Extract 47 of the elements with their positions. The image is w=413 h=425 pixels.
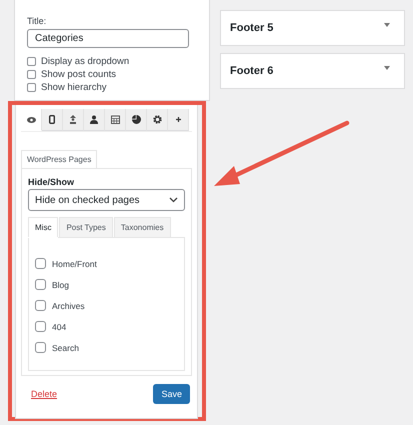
title-label: Title: xyxy=(27,16,48,26)
sidebar-title: Footer 6 xyxy=(230,65,274,77)
plus-icon xyxy=(174,116,182,123)
sidebar-panel[interactable]: Footer 6 xyxy=(220,53,405,89)
phone-icon xyxy=(49,115,55,124)
icon-tab[interactable] xyxy=(105,109,126,131)
checkbox[interactable] xyxy=(35,258,46,269)
checkbox[interactable] xyxy=(35,300,46,311)
eye-icon xyxy=(26,116,36,122)
checkbox[interactable] xyxy=(35,279,46,290)
title-field[interactable]: Categories xyxy=(27,29,189,48)
checkbox[interactable] xyxy=(35,321,46,332)
page-label: Archives xyxy=(52,300,85,310)
page-label: Blog xyxy=(52,280,70,290)
icon-tab[interactable] xyxy=(147,109,168,131)
delete-link[interactable]: Delete xyxy=(31,389,58,399)
option-label: Show hierarchy xyxy=(41,82,106,93)
checkbox[interactable] xyxy=(27,70,36,79)
save-button[interactable]: Save xyxy=(153,384,190,404)
sub-tab[interactable]: Taxonomies xyxy=(114,217,171,237)
icon-tab[interactable] xyxy=(84,109,105,131)
chevron-icon xyxy=(169,197,178,203)
sidebar-title: Footer 5 xyxy=(230,22,274,34)
person-up-icon xyxy=(69,115,77,124)
settings-icon xyxy=(152,115,162,124)
sub-tab[interactable]: Misc xyxy=(28,217,58,237)
option-label: Display as dropdown xyxy=(41,56,130,67)
icon-tab[interactable] xyxy=(63,109,84,131)
hide-show-select[interactable]: Hide on checked pages xyxy=(28,189,185,211)
section-tab[interactable]: WordPress Pages xyxy=(21,150,98,168)
person-icon xyxy=(90,115,98,124)
caret-icon xyxy=(384,66,390,70)
icon-tab[interactable] xyxy=(42,109,63,131)
caret-icon xyxy=(384,23,390,27)
icon-tab[interactable] xyxy=(126,109,147,131)
option-label: Show post counts xyxy=(41,69,116,80)
page-label: Home/Front xyxy=(52,258,97,268)
checkbox[interactable] xyxy=(35,342,46,353)
hide-show-label: Hide/Show xyxy=(28,177,76,187)
calendar-icon xyxy=(110,115,120,124)
checkbox[interactable] xyxy=(27,57,36,66)
sidebar-panel[interactable]: Footer 5 xyxy=(220,10,405,46)
checkbox[interactable] xyxy=(27,83,36,92)
page-label: Search xyxy=(52,342,79,352)
sub-tab[interactable]: Post Types xyxy=(59,217,113,237)
pie-icon xyxy=(132,115,140,124)
page-label: 404 xyxy=(52,322,66,332)
